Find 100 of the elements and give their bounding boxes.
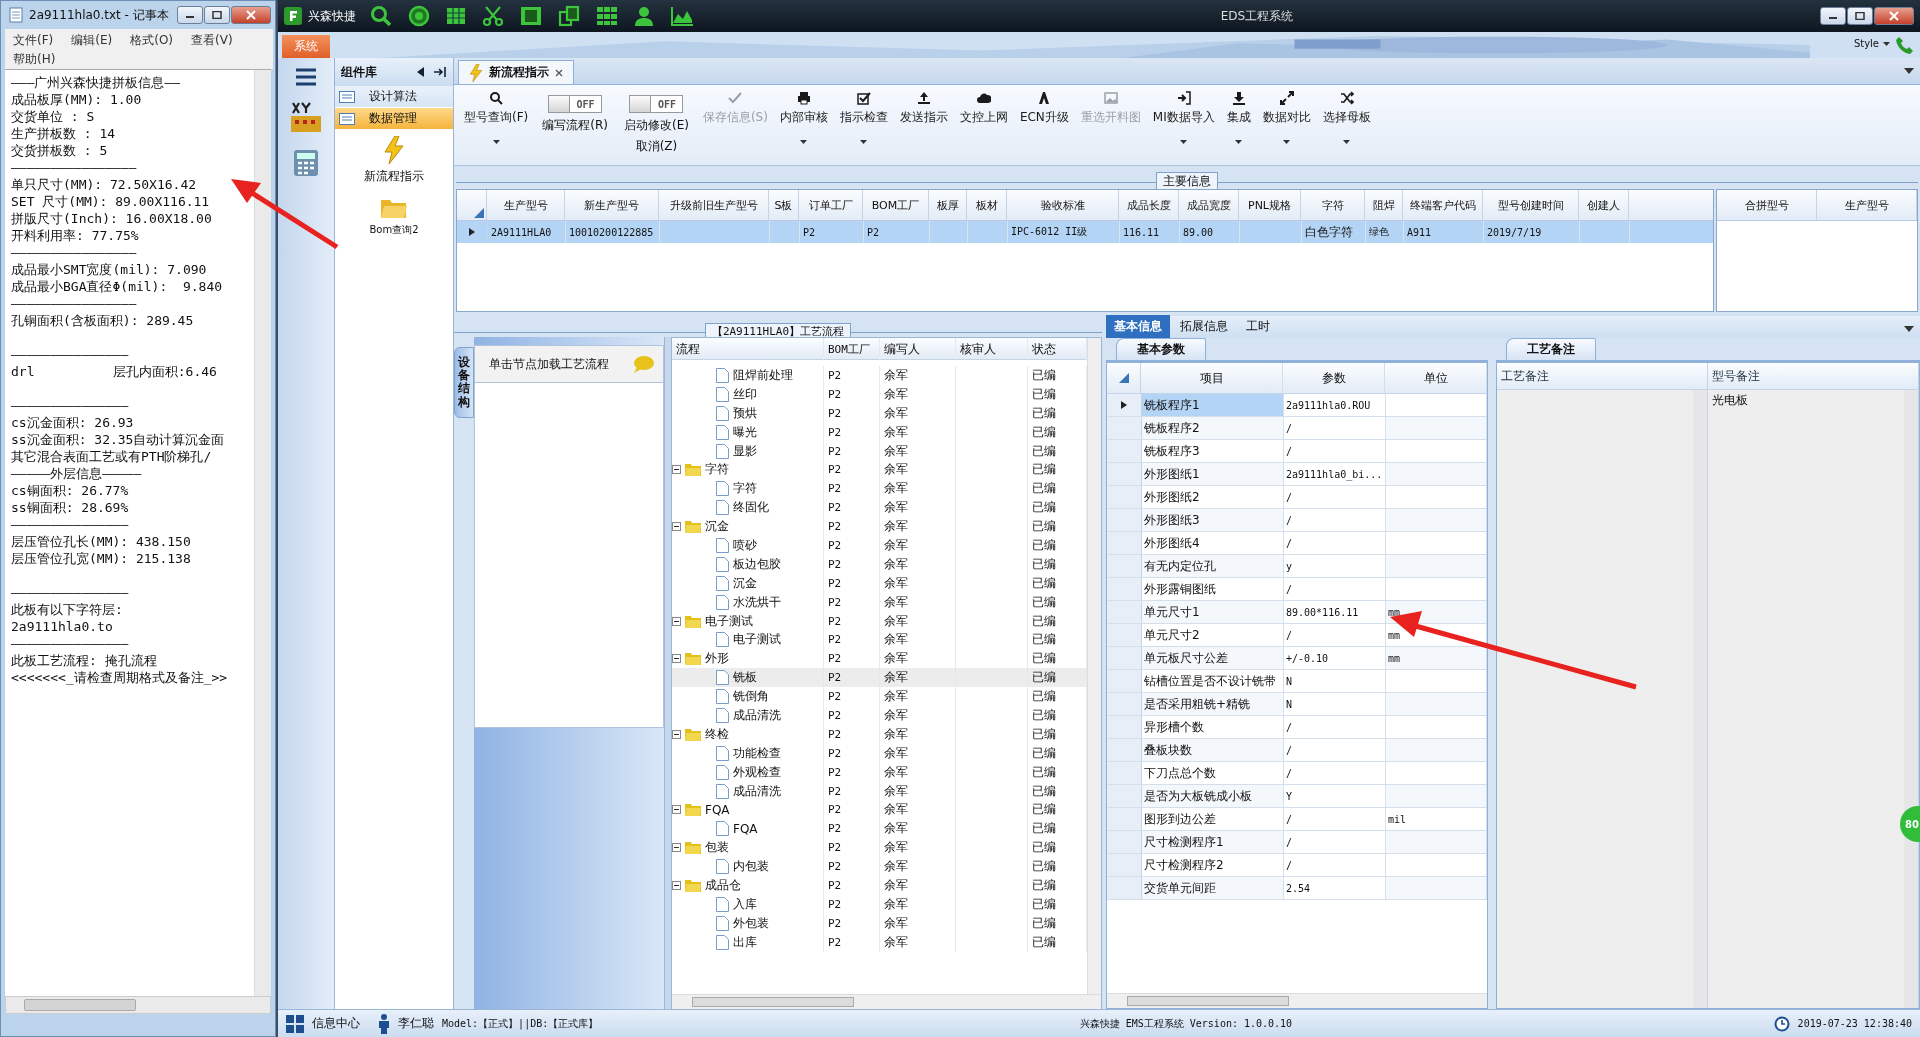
toggle-switch[interactable]: OFF bbox=[629, 95, 684, 113]
grid-icon[interactable] bbox=[446, 6, 466, 26]
column-header[interactable]: BOM工厂 bbox=[863, 190, 929, 220]
tree-row[interactable]: FQA P2 余军 已编 bbox=[672, 800, 1087, 820]
toolbar-button[interactable]: 指示检查 bbox=[833, 87, 894, 148]
tree-row[interactable]: 终固化 P2 余军 已编 bbox=[672, 498, 1087, 518]
column-header[interactable]: 成品宽度 bbox=[1179, 190, 1239, 220]
document-tab[interactable]: 新流程指示 bbox=[458, 60, 574, 84]
tree-row[interactable]: 电子测试 P2 余军 已编 bbox=[672, 630, 1087, 650]
scissors-icon[interactable] bbox=[482, 5, 504, 27]
column-header[interactable]: 成品长度 bbox=[1119, 190, 1179, 220]
tree-row[interactable]: 阻焊前处理 P2 余军 已编 bbox=[672, 366, 1087, 385]
column-header[interactable]: 板厚 bbox=[929, 190, 967, 220]
collapse-icon[interactable] bbox=[672, 729, 681, 739]
menu-icon[interactable] bbox=[295, 68, 317, 86]
scrollbar[interactable] bbox=[672, 994, 1101, 1009]
table-row[interactable]: 外形图纸1 2a9111hla0_bi... bbox=[1107, 463, 1487, 486]
toolbar-button[interactable]: 内部审核 bbox=[773, 87, 834, 148]
table-row[interactable]: 是否为大板铣成小板 Y bbox=[1107, 785, 1487, 808]
section-tab[interactable]: 工艺备注 bbox=[1506, 338, 1596, 360]
collapse-icon[interactable] bbox=[672, 465, 681, 475]
toolbar-button[interactable]: MI数据导入 bbox=[1146, 87, 1221, 148]
tab[interactable]: 工时 bbox=[1238, 315, 1278, 338]
scrollbar[interactable] bbox=[254, 70, 271, 996]
menu-item[interactable]: 帮助(H) bbox=[13, 50, 56, 69]
column-header[interactable]: 合拼型号 bbox=[1717, 190, 1817, 220]
tree-row[interactable]: 沉金 P2 余军 已编 bbox=[672, 517, 1087, 536]
column-header[interactable]: 编写人 bbox=[880, 338, 956, 360]
dropdown-icon[interactable] bbox=[1904, 326, 1914, 332]
toolbar-button[interactable]: 数据对比 bbox=[1256, 87, 1317, 148]
column-header[interactable]: 流程 bbox=[672, 338, 824, 360]
grid-icon[interactable] bbox=[286, 1014, 304, 1033]
column-header[interactable]: 单位 bbox=[1385, 363, 1487, 393]
tree-row[interactable]: 铣板 P2 余军 已编 bbox=[672, 668, 1087, 688]
tree-row[interactable]: 功能检查 P2 余军 已编 bbox=[672, 743, 1087, 763]
tree-row[interactable]: 沉金 P2 余军 已编 bbox=[672, 573, 1087, 593]
column-header[interactable]: 创建人 bbox=[1579, 190, 1629, 220]
table-row[interactable]: 是否采用粗铣+精铣 N bbox=[1107, 693, 1487, 716]
style-menu[interactable]: Style bbox=[1853, 38, 1890, 49]
toggle-switch[interactable]: OFF bbox=[548, 95, 603, 113]
grid-icon[interactable] bbox=[596, 6, 618, 26]
globe-icon[interactable] bbox=[408, 5, 430, 27]
dock-icon[interactable] bbox=[433, 66, 447, 78]
column-header[interactable]: 核审人 bbox=[956, 338, 1028, 360]
collapse-icon[interactable] bbox=[672, 843, 681, 853]
phone-icon[interactable] bbox=[1896, 36, 1914, 54]
copy-icon[interactable] bbox=[558, 5, 580, 27]
scrollbar[interactable] bbox=[1107, 993, 1487, 1008]
search-icon[interactable] bbox=[370, 5, 392, 27]
section-tab[interactable]: 基本参数 bbox=[1116, 338, 1206, 360]
close-button[interactable] bbox=[1874, 7, 1914, 25]
column-header[interactable]: 字符 bbox=[1301, 190, 1365, 220]
tree-row[interactable]: 成品清洗 P2 余军 已编 bbox=[672, 706, 1087, 725]
minimize-button[interactable] bbox=[1820, 7, 1846, 25]
toolbar-button[interactable]: ECN升级 bbox=[1013, 87, 1075, 138]
tab[interactable]: 基本信息 bbox=[1106, 315, 1170, 338]
column-header[interactable]: 验收标准 bbox=[1007, 190, 1119, 220]
toolbar-button[interactable]: 型号查询(F) bbox=[458, 87, 535, 148]
maximize-button[interactable] bbox=[1847, 7, 1873, 25]
tree-row[interactable]: 包装 P2 余军 已编 bbox=[672, 838, 1087, 858]
maximize-button[interactable] bbox=[204, 6, 230, 24]
dropdown-icon[interactable] bbox=[1904, 68, 1914, 74]
side-tab[interactable]: 设备结构 bbox=[454, 347, 474, 418]
tree-row[interactable]: 板边包胶 P2 余军 已编 bbox=[672, 554, 1087, 574]
column-header[interactable]: 升级前旧生产型号 bbox=[659, 190, 769, 220]
tree-row[interactable]: 丝印 P2 余军 已编 bbox=[672, 384, 1087, 404]
column-header[interactable]: 项目 bbox=[1141, 363, 1283, 393]
tree-row[interactable]: 成品清洗 P2 余军 已编 bbox=[672, 781, 1087, 801]
table-row[interactable]: 交货单元间距 2.54 bbox=[1107, 877, 1487, 900]
cancel-button[interactable]: 取消(Z) bbox=[635, 138, 678, 155]
tree-row[interactable]: 电子测试 P2 余军 已编 bbox=[672, 611, 1087, 631]
library-item[interactable]: 数据管理 bbox=[335, 108, 453, 130]
tree-row[interactable]: 外观检查 P2 余军 已编 bbox=[672, 762, 1087, 782]
chart-icon[interactable] bbox=[670, 6, 694, 26]
toolbar-button[interactable]: 文控上网 bbox=[953, 87, 1014, 138]
menu-item[interactable]: 文件(F) bbox=[13, 31, 54, 50]
tree-row[interactable]: 入库 P2 余军 已编 bbox=[672, 894, 1087, 914]
scrollbar[interactable] bbox=[1904, 390, 1918, 1008]
tool-button[interactable]: Bom查询2 bbox=[365, 195, 423, 239]
collapse-icon[interactable] bbox=[672, 881, 681, 890]
column-header[interactable]: 板材 bbox=[967, 190, 1007, 220]
calculator-icon[interactable] bbox=[291, 148, 321, 178]
library-item[interactable]: 设计算法 bbox=[335, 86, 453, 108]
factory-icon[interactable] bbox=[289, 100, 323, 134]
tree-row[interactable]: 出库 P2 余军 已编 bbox=[672, 932, 1087, 952]
film-icon[interactable] bbox=[520, 6, 542, 26]
column-header[interactable]: 参数 bbox=[1283, 363, 1385, 393]
table-row[interactable]: 铣板程序2 / bbox=[1107, 417, 1487, 440]
close-button[interactable] bbox=[231, 6, 271, 24]
table-row[interactable]: 2A9111HLA0 10010200122885 P2 P2 IPC-6012 II级 116.11 89.00 白色字符 绿色 A911 2019/7/19 bbox=[457, 221, 1713, 243]
table-row[interactable]: 单元板尺寸公差 +/-0.10 mm bbox=[1107, 647, 1487, 670]
collapse-icon[interactable] bbox=[672, 654, 681, 664]
table-row[interactable]: 尺寸检测程序1 / bbox=[1107, 831, 1487, 854]
close-icon[interactable] bbox=[555, 68, 563, 77]
minimize-button[interactable] bbox=[177, 6, 203, 24]
toolbar-button[interactable]: 选择母板 bbox=[1316, 87, 1377, 148]
tab[interactable]: 拓展信息 bbox=[1172, 315, 1236, 338]
tree-row[interactable]: 内包装 P2 余军 已编 bbox=[672, 857, 1087, 877]
column-header[interactable]: 生产型号 bbox=[487, 190, 565, 220]
table-row[interactable]: 有无内定位孔 y bbox=[1107, 555, 1487, 578]
